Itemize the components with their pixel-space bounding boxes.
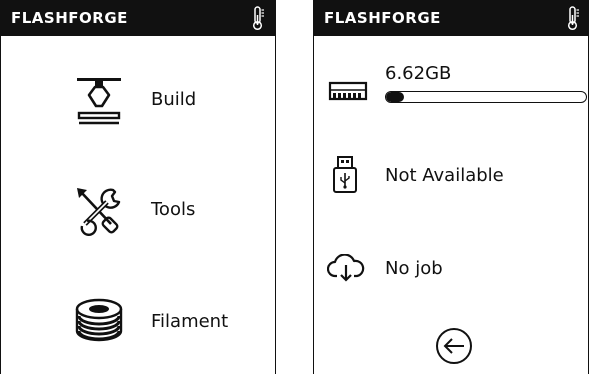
thermometer-icon[interactable]	[566, 6, 580, 31]
status-screen: FLASHFORGE 6.62GB Not Available No job	[313, 0, 589, 374]
back-arrow-icon[interactable]	[434, 326, 474, 366]
storage-value: 6.62GB	[385, 63, 452, 84]
cloud-download-icon	[327, 254, 365, 282]
filament-icon	[75, 298, 123, 342]
build-icon	[77, 78, 121, 125]
storage-progress-bar	[385, 91, 587, 103]
usb-status: Not Available	[385, 165, 504, 186]
build-label: Build	[151, 89, 197, 110]
cloud-job-status: No job	[385, 258, 443, 279]
brand-logo: FLASHFORGE	[324, 9, 441, 27]
thermometer-icon[interactable]	[251, 6, 265, 31]
filament-menu-item[interactable]: Filament	[1, 282, 275, 374]
filament-label: Filament	[151, 311, 229, 332]
tools-label: Tools	[151, 199, 196, 220]
tools-icon	[77, 188, 121, 236]
main-menu-screen: FLASHFORGE Build Tools Filament	[0, 0, 276, 374]
tools-menu-item[interactable]: Tools	[1, 170, 275, 262]
header-bar: FLASHFORGE	[1, 0, 275, 36]
usb-icon	[333, 156, 357, 193]
header-bar: FLASHFORGE	[314, 0, 588, 36]
brand-logo: FLASHFORGE	[11, 9, 128, 27]
storage-icon	[328, 81, 368, 101]
storage-progress-fill	[386, 92, 404, 102]
build-menu-item[interactable]: Build	[1, 60, 275, 152]
